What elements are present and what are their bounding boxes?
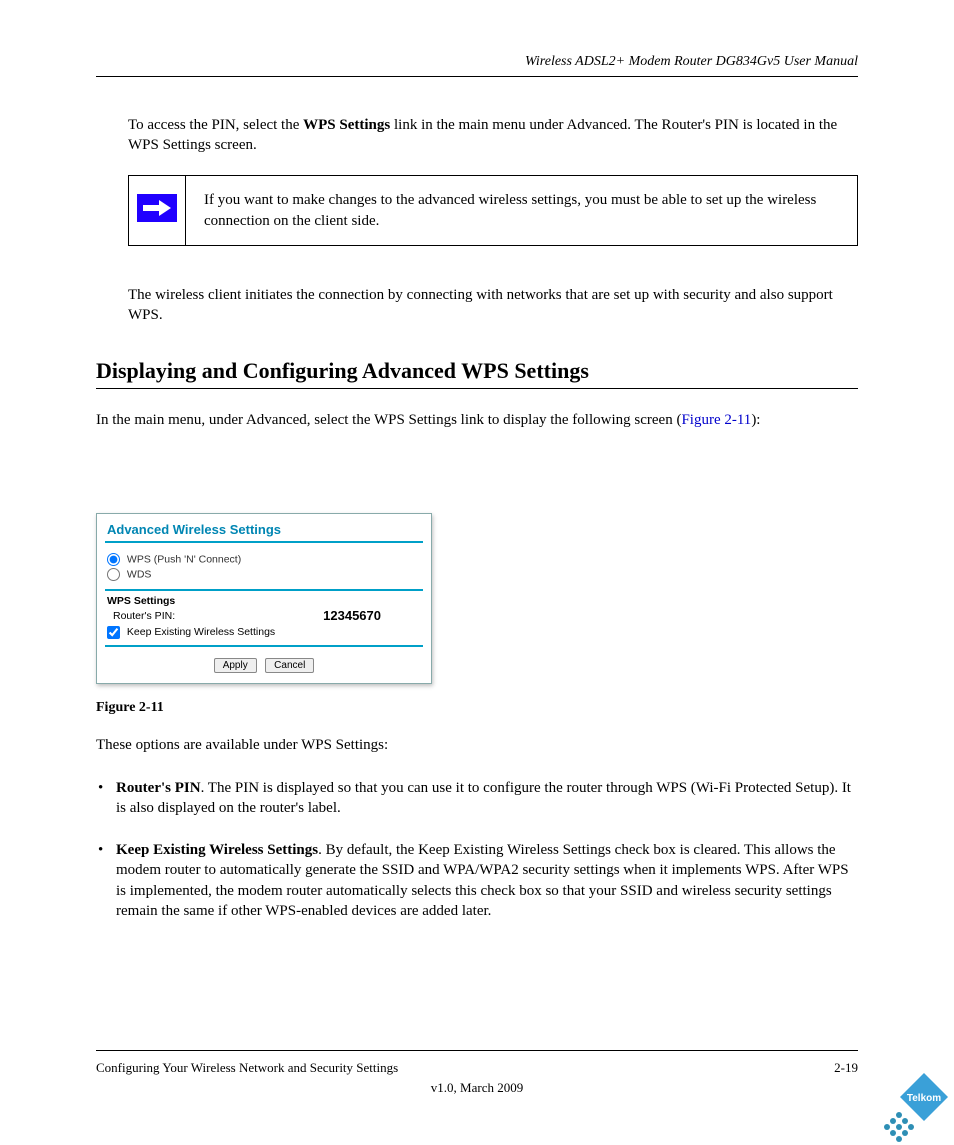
- footer-page-number: 2-19: [834, 1060, 858, 1076]
- note-box: If you want to make changes to the advan…: [128, 175, 858, 246]
- bullet-text: . The PIN is displayed so that you can u…: [116, 780, 851, 816]
- keep-settings-label[interactable]: Keep Existing Wireless Settings: [107, 626, 275, 638]
- figure-caption: Figure 2-11: [96, 700, 164, 716]
- pin-value: 12345670: [323, 608, 381, 623]
- note-icon-cell: [129, 176, 186, 246]
- section-heading: Displaying and Configuring Advanced WPS …: [96, 358, 589, 384]
- mode-radio-group: WPS (Push 'N' Connect) WDS: [97, 543, 431, 589]
- bullet-icon: •: [98, 778, 103, 798]
- footer-version: v1.0, March 2009: [0, 1080, 954, 1096]
- section-rule: [96, 388, 858, 389]
- radio-wds-text: WDS: [127, 568, 152, 580]
- keep-settings-text: Keep Existing Wireless Settings: [127, 626, 275, 638]
- radio-wps-text: WPS (Push 'N' Connect): [127, 553, 241, 565]
- pin-label: Router's PIN:: [107, 610, 175, 622]
- button-row: Apply Cancel: [97, 647, 431, 683]
- arrow-right-icon: [137, 194, 177, 222]
- radio-wds[interactable]: [107, 568, 120, 581]
- telkom-logo: Telkom: [876, 1067, 954, 1145]
- footer-chapter: Configuring Your Wireless Network and Se…: [96, 1060, 398, 1076]
- text: In the main menu, under Advanced, select…: [96, 412, 676, 428]
- bullet-strong: Router's PIN: [116, 780, 201, 796]
- keep-settings-checkbox[interactable]: [107, 626, 120, 639]
- paragraph-pin-access: To access the PIN, select the WPS Settin…: [128, 115, 858, 156]
- panel-title: Advanced Wireless Settings: [97, 514, 431, 541]
- running-header: Wireless ADSL2+ Modem Router DG834Gv5 Us…: [525, 54, 858, 70]
- header-rule: [96, 76, 858, 77]
- bullet-strong: Keep Existing Wireless Settings: [116, 842, 318, 858]
- wps-settings-strong: WPS Settings: [303, 117, 390, 133]
- paragraph-options-intro: These options are available under WPS Se…: [96, 735, 858, 755]
- router-settings-panel: Advanced Wireless Settings WPS (Push 'N'…: [96, 513, 432, 684]
- wps-settings-label: WPS Settings: [97, 591, 431, 607]
- cancel-button[interactable]: Cancel: [265, 658, 314, 673]
- text: To access the PIN, select the: [128, 117, 303, 133]
- bullet-keep-settings: • Keep Existing Wireless Settings. By de…: [116, 840, 858, 921]
- apply-button[interactable]: Apply: [214, 658, 257, 673]
- paragraph-client-initiates: The wireless client initiates the connec…: [128, 285, 858, 326]
- logo-text: Telkom: [907, 1093, 941, 1104]
- bullet-routers-pin: • Router's PIN. The PIN is displayed so …: [116, 778, 858, 819]
- keep-settings-row: Keep Existing Wireless Settings: [97, 624, 431, 645]
- radio-wps[interactable]: [107, 553, 120, 566]
- bullet-icon: •: [98, 840, 103, 860]
- figure-link[interactable]: Figure 2-11: [681, 412, 751, 428]
- text: ):: [751, 412, 760, 428]
- radio-wds-label[interactable]: WDS: [107, 568, 421, 581]
- footer-rule: [96, 1050, 858, 1051]
- router-pin-row: Router's PIN: 12345670: [97, 607, 431, 624]
- radio-wps-label[interactable]: WPS (Push 'N' Connect): [107, 553, 421, 566]
- note-text: If you want to make changes to the advan…: [186, 176, 858, 246]
- paragraph-instructions: In the main menu, under Advanced, select…: [96, 410, 858, 430]
